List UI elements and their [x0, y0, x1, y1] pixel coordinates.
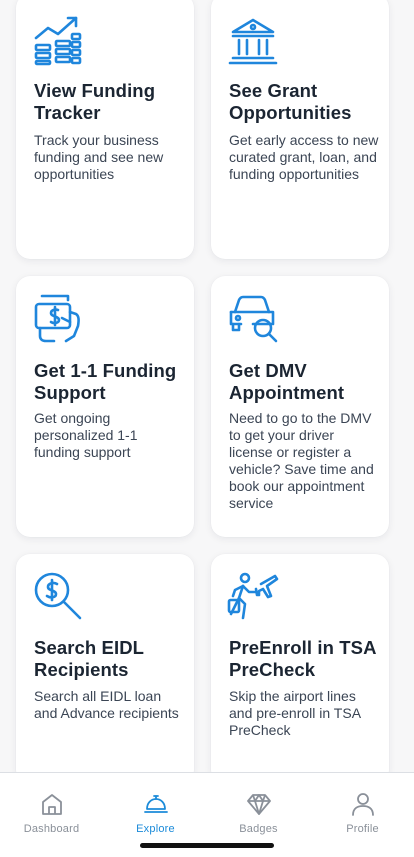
funding-tracker-icon	[32, 14, 84, 66]
tab-label: Badges	[239, 823, 278, 835]
tab-dashboard[interactable]: Dashboard	[0, 791, 103, 841]
tab-label: Dashboard	[23, 823, 80, 835]
card-title: See Grant Opportunities	[229, 80, 352, 123]
card-description: Need to go to the DMV to get your driver…	[229, 410, 374, 511]
card-title: View Funding Tracker	[34, 80, 156, 123]
tab-badges[interactable]: Badges	[207, 791, 310, 841]
car-search-icon	[227, 292, 279, 344]
traveler-plane-icon	[227, 570, 279, 622]
card-description: Search all EIDL loan and Advance recipie…	[34, 688, 179, 721]
card-get-funding-support[interactable]: Get 1-1 Funding Support Get ongoing pers…	[16, 276, 194, 537]
dollar-search-icon	[32, 570, 84, 622]
card-view-funding-tracker[interactable]: View Funding Tracker Track your business…	[16, 0, 194, 259]
explore-screen: View Funding Tracker Track your business…	[0, 0, 414, 857]
card-title: Get 1-1 Funding Support	[34, 360, 177, 403]
card-description: Track your business funding and see new …	[34, 132, 164, 182]
tab-profile[interactable]: Profile	[311, 791, 414, 841]
card-title: PreEnroll in TSA PreCheck	[229, 637, 376, 680]
card-title: Search EIDL Recipients	[34, 637, 144, 680]
service-bell-icon	[143, 791, 169, 817]
home-icon	[39, 791, 65, 817]
card-description: Skip the airport lines and pre-enroll in…	[229, 688, 361, 738]
card-title: Get DMV Appointment	[229, 360, 345, 403]
card-get-dmv-appointment[interactable]: Get DMV Appointment Need to go to the DM…	[211, 276, 389, 537]
card-preenroll-tsa-precheck[interactable]: PreEnroll in TSA PreCheck Skip the airpo…	[211, 554, 389, 784]
tab-label: Explore	[136, 823, 175, 835]
bank-building-icon	[227, 14, 279, 66]
person-icon	[350, 791, 376, 817]
card-description: Get early access to new curated grant, l…	[229, 132, 379, 182]
tab-explore[interactable]: Explore	[104, 791, 207, 841]
diamond-icon	[246, 791, 272, 817]
funding-support-icon	[32, 292, 84, 344]
card-search-eidl-recipients[interactable]: Search EIDL Recipients Search all EIDL l…	[16, 554, 194, 784]
card-description: Get ongoing personalized 1-1 funding sup…	[34, 410, 138, 460]
home-indicator	[140, 843, 274, 848]
card-see-grant-opportunities[interactable]: See Grant Opportunities Get early access…	[211, 0, 389, 259]
tab-label: Profile	[346, 823, 379, 835]
